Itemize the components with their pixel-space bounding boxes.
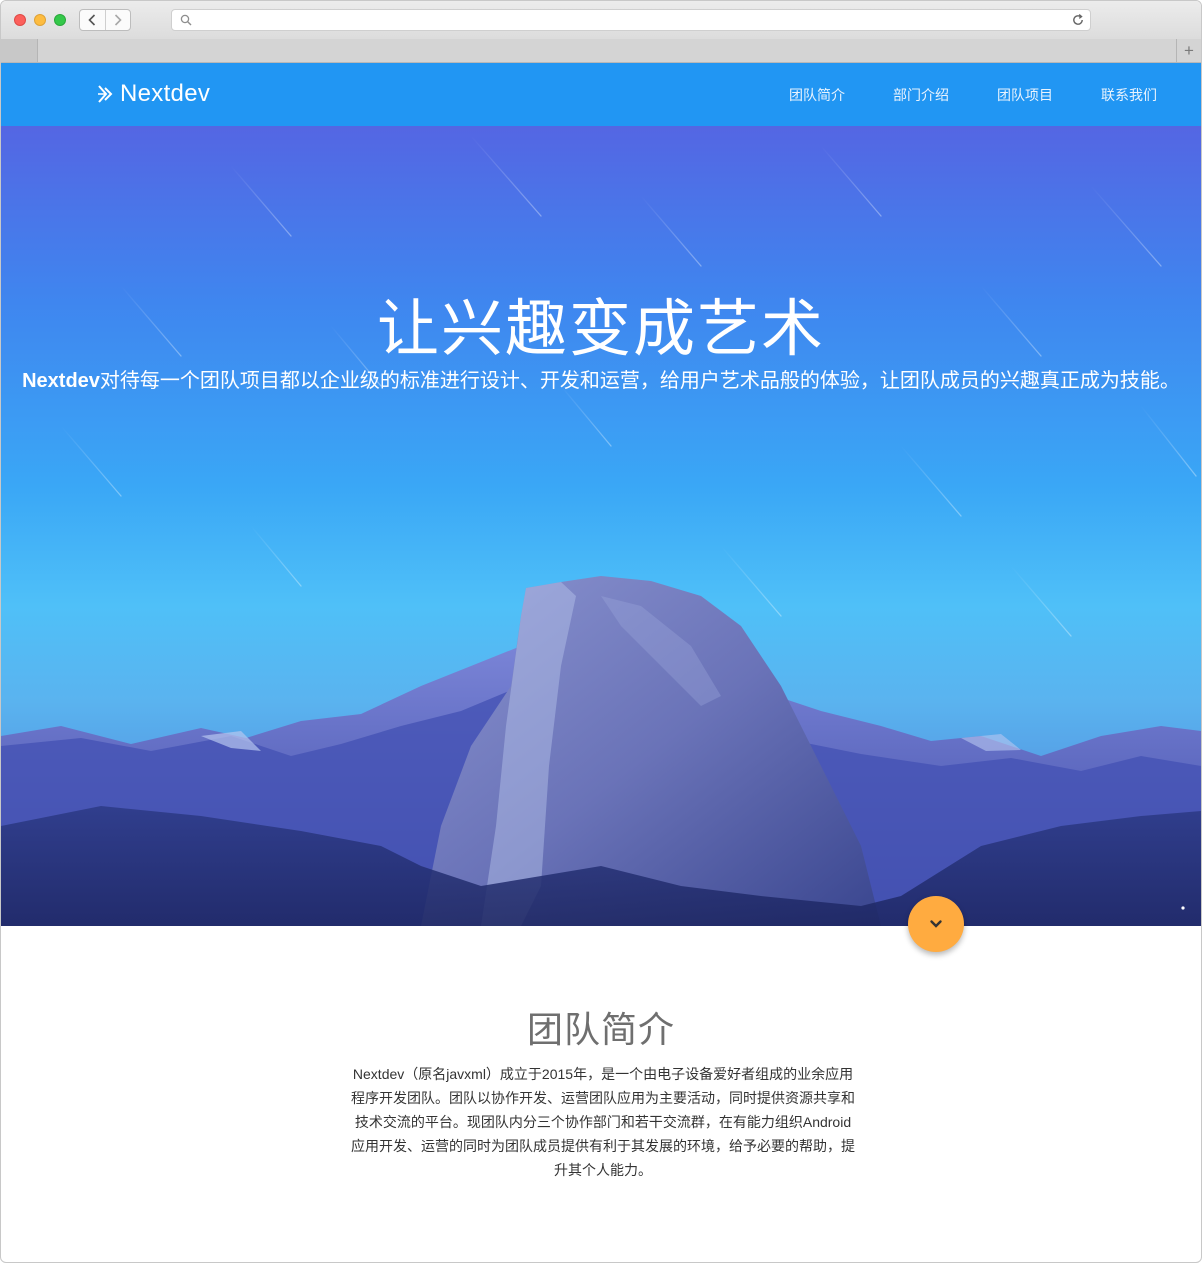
nav-item-projects[interactable]: 团队项目 bbox=[997, 85, 1053, 105]
intro-section-title: 团队简介 bbox=[526, 1009, 675, 1050]
forward-button[interactable] bbox=[104, 10, 131, 30]
search-icon bbox=[180, 14, 192, 26]
browser-window: + Nextdev 团队简介 部门介绍 团队项目 联系我们 让兴趣变成艺术 Ne… bbox=[0, 0, 1202, 1263]
new-tab-button[interactable]: + bbox=[1176, 39, 1201, 62]
hero-mountain-image bbox=[1, 135, 1201, 926]
site-header: Nextdev 团队简介 部门介绍 团队项目 联系我们 bbox=[1, 63, 1201, 126]
chevron-down-icon bbox=[930, 920, 942, 928]
hero-subtitle-text: 对待每一个团队项目都以企业级的标准进行设计、开发和运营，给用户艺术品般的体验，让… bbox=[99, 370, 1180, 392]
brand-logo[interactable]: Nextdev bbox=[96, 80, 210, 108]
history-buttons bbox=[79, 9, 131, 31]
scroll-down-button[interactable] bbox=[908, 896, 964, 952]
reload-icon[interactable] bbox=[1071, 13, 1085, 27]
hero-banner: 让兴趣变成艺术 Nextdev对待每一个团队项目都以企业级的标准进行设计、开发和… bbox=[1, 126, 1201, 926]
nav-item-departments[interactable]: 部门介绍 bbox=[893, 85, 949, 105]
tab-bar: + bbox=[1, 39, 1201, 63]
plus-icon: + bbox=[1184, 40, 1194, 60]
nav-item-contact[interactable]: 联系我们 bbox=[1101, 85, 1157, 105]
nav-item-team-intro[interactable]: 团队简介 bbox=[789, 85, 845, 105]
back-icon bbox=[88, 14, 96, 26]
forward-icon bbox=[114, 14, 122, 26]
hero-title: 让兴趣变成艺术 bbox=[376, 295, 825, 364]
intro-section-body: Nextdev（原名javxml）成立于2015年，是一个由电子设备爱好者组成的… bbox=[351, 1066, 855, 1178]
address-bar[interactable] bbox=[171, 9, 1091, 31]
back-button[interactable] bbox=[80, 10, 105, 30]
hero-subtitle: Nextdev对待每一个团队项目都以企业级的标准进行设计、开发和运营，给用户艺术… bbox=[13, 371, 1189, 392]
tab-sidebar-toggle[interactable] bbox=[1, 39, 38, 62]
nextdev-logo-icon bbox=[98, 85, 113, 103]
title-bar bbox=[1, 1, 1201, 40]
main-nav: 团队简介 部门介绍 团队项目 联系我们 bbox=[741, 63, 1157, 126]
zoom-window-button[interactable] bbox=[54, 14, 66, 26]
hero-subtitle-brand: Nextdev bbox=[22, 370, 100, 392]
minimize-window-button[interactable] bbox=[34, 14, 46, 26]
close-window-button[interactable] bbox=[14, 14, 26, 26]
brand-name: Nextdev bbox=[120, 80, 211, 107]
